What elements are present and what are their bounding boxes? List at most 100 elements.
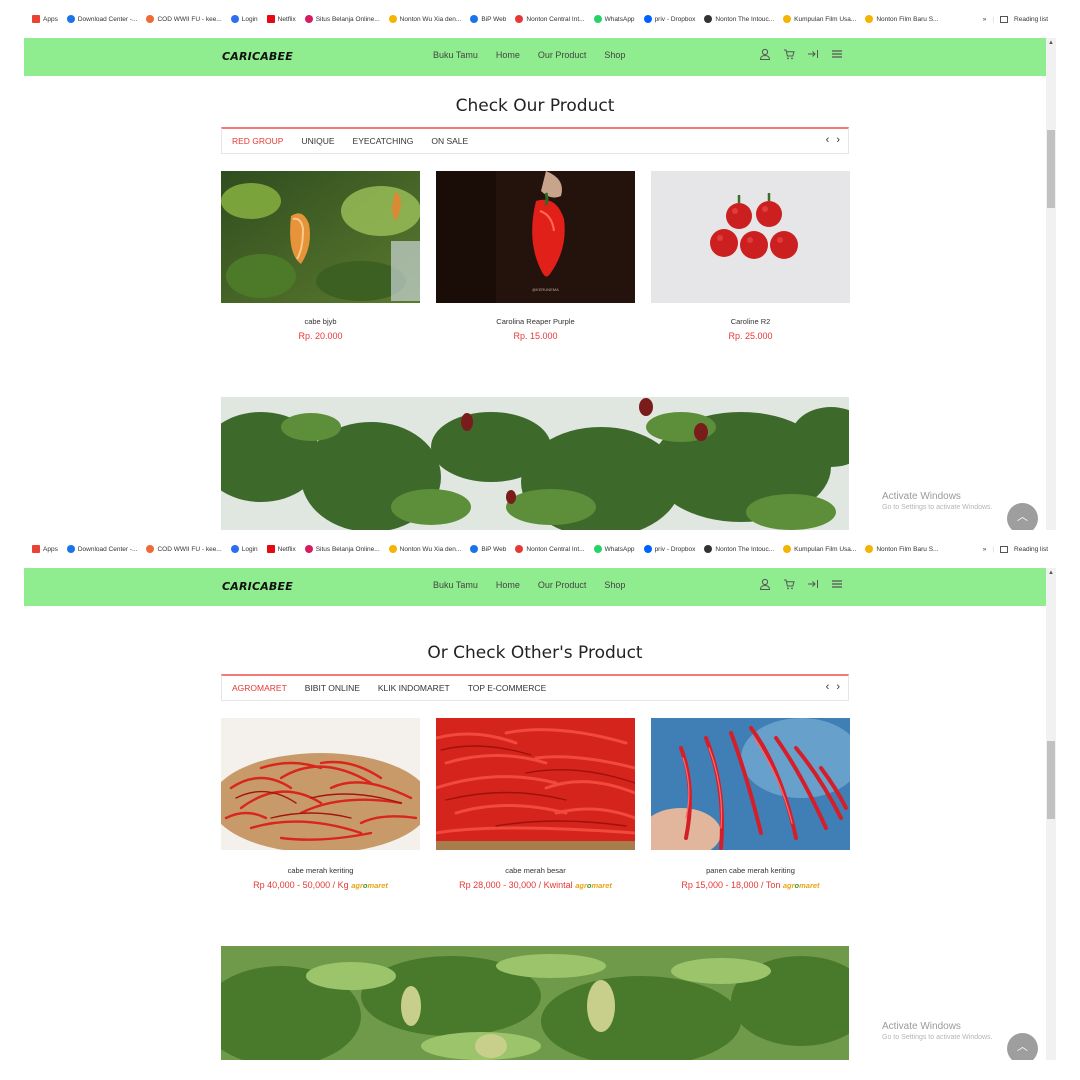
tab-top-e-commerce[interactable]: TOP E-COMMERCE	[468, 683, 547, 693]
reading-list-link[interactable]: Reading list	[1014, 16, 1048, 23]
cart-icon[interactable]	[783, 48, 795, 60]
bookmark-whatsapp[interactable]: WhatsApp	[593, 545, 635, 553]
bookmark-cod[interactable]: COD WWII FU - kee...	[146, 15, 222, 23]
agromaret-logo: agromaret	[782, 881, 820, 890]
nav-link-buku-tamu[interactable]: Buku Tamu	[433, 580, 478, 590]
nav-link-shop[interactable]: Shop	[604, 50, 625, 60]
nav-link-buku-tamu[interactable]: Buku Tamu	[433, 50, 478, 60]
bookmark-intouch[interactable]: Nonton The Intouc...	[704, 15, 774, 23]
user-icon[interactable]	[759, 578, 771, 590]
bookmark-wuxia[interactable]: Nonton Wu Xia den...	[388, 545, 461, 553]
bookmark-film-baru[interactable]: Nonton Film Baru S...	[865, 545, 938, 553]
bookmark-intouch[interactable]: Nonton The Intouc...	[704, 545, 774, 553]
product-image[interactable]	[221, 171, 420, 303]
product-name[interactable]: Carolina Reaper Purple	[436, 317, 635, 326]
product-name[interactable]: cabe merah besar	[436, 866, 635, 875]
page-scrollbar[interactable]: ▲	[1046, 38, 1056, 530]
product-image[interactable]	[651, 718, 850, 850]
bookmark-download-center[interactable]: Download Center -...	[66, 545, 137, 553]
tab-klik-indomaret[interactable]: KLIK INDOMARET	[378, 683, 450, 693]
bookmark-login[interactable]: Login	[230, 545, 258, 553]
scrollbar-thumb[interactable]	[1047, 741, 1055, 819]
chevron-up-icon: ︿	[1017, 511, 1028, 523]
product-name[interactable]: Caroline R2	[651, 317, 850, 326]
product-name[interactable]: panen cabe merah keriting	[651, 866, 850, 875]
bookmark-wuxia[interactable]: Nonton Wu Xia den...	[388, 15, 461, 23]
scroll-up-arrow-icon[interactable]: ▲	[1048, 570, 1054, 576]
product-image[interactable]	[436, 718, 635, 850]
login-arrow-icon[interactable]	[807, 578, 819, 590]
wuxia-icon	[388, 545, 397, 553]
page-scrollbar[interactable]: ▲	[1046, 568, 1056, 1060]
tab-red-group[interactable]: RED GROUP	[232, 136, 283, 146]
product-image[interactable]: @KERUNEMA	[436, 171, 635, 303]
bookmark-whatsapp[interactable]: WhatsApp	[593, 15, 635, 23]
product-card[interactable]: panen cabe merah keriting Rp 15,000 - 18…	[651, 718, 850, 890]
nav-link-our-product[interactable]: Our Product	[538, 580, 587, 590]
brand-logo[interactable]: CARICABEE	[222, 580, 293, 593]
chevron-right-icon[interactable]: ›	[836, 681, 840, 693]
section-title-other-product: Or Check Other's Product	[427, 643, 643, 663]
product-card[interactable]: @KERUNEMA Carolina Reaper Purple Rp. 15.…	[436, 171, 635, 341]
bookmark-netflix[interactable]: Netflix	[266, 545, 296, 553]
user-icon[interactable]	[759, 48, 771, 60]
bip-icon	[470, 15, 479, 23]
bookmark-film-baru[interactable]: Nonton Film Baru S...	[865, 15, 938, 23]
bookmark-netflix[interactable]: Netflix	[266, 15, 296, 23]
product-image[interactable]	[221, 718, 420, 850]
intouch-icon	[704, 15, 713, 23]
bookmarks-overflow-icon[interactable]: »	[983, 16, 987, 23]
scroll-up-arrow-icon[interactable]: ▲	[1048, 40, 1054, 46]
bookmark-apps[interactable]: Apps	[32, 15, 58, 23]
bookmark-cod[interactable]: COD WWII FU - kee...	[146, 545, 222, 553]
bookmark-apps[interactable]: Apps	[32, 545, 58, 553]
nav-link-our-product[interactable]: Our Product	[538, 50, 587, 60]
product-card[interactable]: cabe bjyb Rp. 20.000	[221, 171, 420, 341]
bookmarks-overflow-icon[interactable]: »	[983, 546, 987, 553]
bookmark-film[interactable]: Kumpulan Film Usa...	[783, 15, 856, 23]
product-card[interactable]: cabe merah keriting Rp 40,000 - 50,000 /…	[221, 718, 420, 890]
tab-agromaret[interactable]: AGROMARET	[232, 683, 287, 693]
scroll-to-top-button[interactable]: ︿	[1007, 1033, 1038, 1060]
bookmark-central[interactable]: Nonton Central Int...	[515, 545, 585, 553]
scrollbar-thumb[interactable]	[1047, 130, 1055, 208]
menu-icon[interactable]	[831, 578, 843, 590]
reading-list-link[interactable]: Reading list	[1014, 546, 1048, 553]
product-card[interactable]: Caroline R2 Rp. 25.000	[651, 171, 850, 341]
nav-link-shop[interactable]: Shop	[604, 580, 625, 590]
bookmark-film[interactable]: Kumpulan Film Usa...	[783, 545, 856, 553]
dropbox-icon	[643, 545, 652, 553]
bookmark-login[interactable]: Login	[230, 15, 258, 23]
chevron-right-icon[interactable]: ›	[836, 134, 840, 146]
tab-bibit-online[interactable]: BIBIT ONLINE	[305, 683, 360, 693]
bookmark-download-center[interactable]: Download Center -...	[66, 15, 137, 23]
nav-link-home[interactable]: Home	[496, 50, 520, 60]
bookmark-central[interactable]: Nonton Central Int...	[515, 15, 585, 23]
tab-eyecatching[interactable]: EYECATCHING	[353, 136, 414, 146]
product-name[interactable]: cabe merah keriting	[221, 866, 420, 875]
nav-link-home[interactable]: Home	[496, 580, 520, 590]
product-card[interactable]: cabe merah besar Rp 28,000 - 30,000 / Kw…	[436, 718, 635, 890]
film-baru-icon	[865, 545, 874, 553]
product-name[interactable]: cabe bjyb	[221, 317, 420, 326]
chevron-up-icon: ︿	[1017, 1041, 1028, 1053]
cart-icon[interactable]	[783, 578, 795, 590]
product-image[interactable]	[651, 171, 850, 303]
bookmark-bip[interactable]: BiP Web	[470, 545, 506, 553]
page-viewport: CARICABEE Buku Tamu Home Our Product Sho…	[24, 568, 1046, 1060]
login-arrow-icon[interactable]	[807, 48, 819, 60]
scroll-to-top-button[interactable]: ︿	[1007, 503, 1038, 530]
tab-on-sale[interactable]: ON SALE	[431, 136, 468, 146]
bookmark-bip[interactable]: BiP Web	[470, 15, 506, 23]
menu-icon[interactable]	[831, 48, 843, 60]
tab-unique[interactable]: UNIQUE	[301, 136, 334, 146]
bookmark-shop[interactable]: Situs Belanja Online...	[304, 545, 380, 553]
bookmark-dropbox[interactable]: priv - Dropbox	[643, 545, 695, 553]
chevron-left-icon[interactable]: ‹	[826, 134, 830, 146]
login-icon	[230, 15, 239, 23]
bookmark-dropbox[interactable]: priv - Dropbox	[643, 15, 695, 23]
brand-logo[interactable]: CARICABEE	[222, 50, 293, 63]
bookmark-shop[interactable]: Situs Belanja Online...	[304, 15, 380, 23]
chevron-left-icon[interactable]: ‹	[826, 681, 830, 693]
bookmarks-bar: Apps Download Center -... COD WWII FU - …	[0, 530, 1080, 568]
